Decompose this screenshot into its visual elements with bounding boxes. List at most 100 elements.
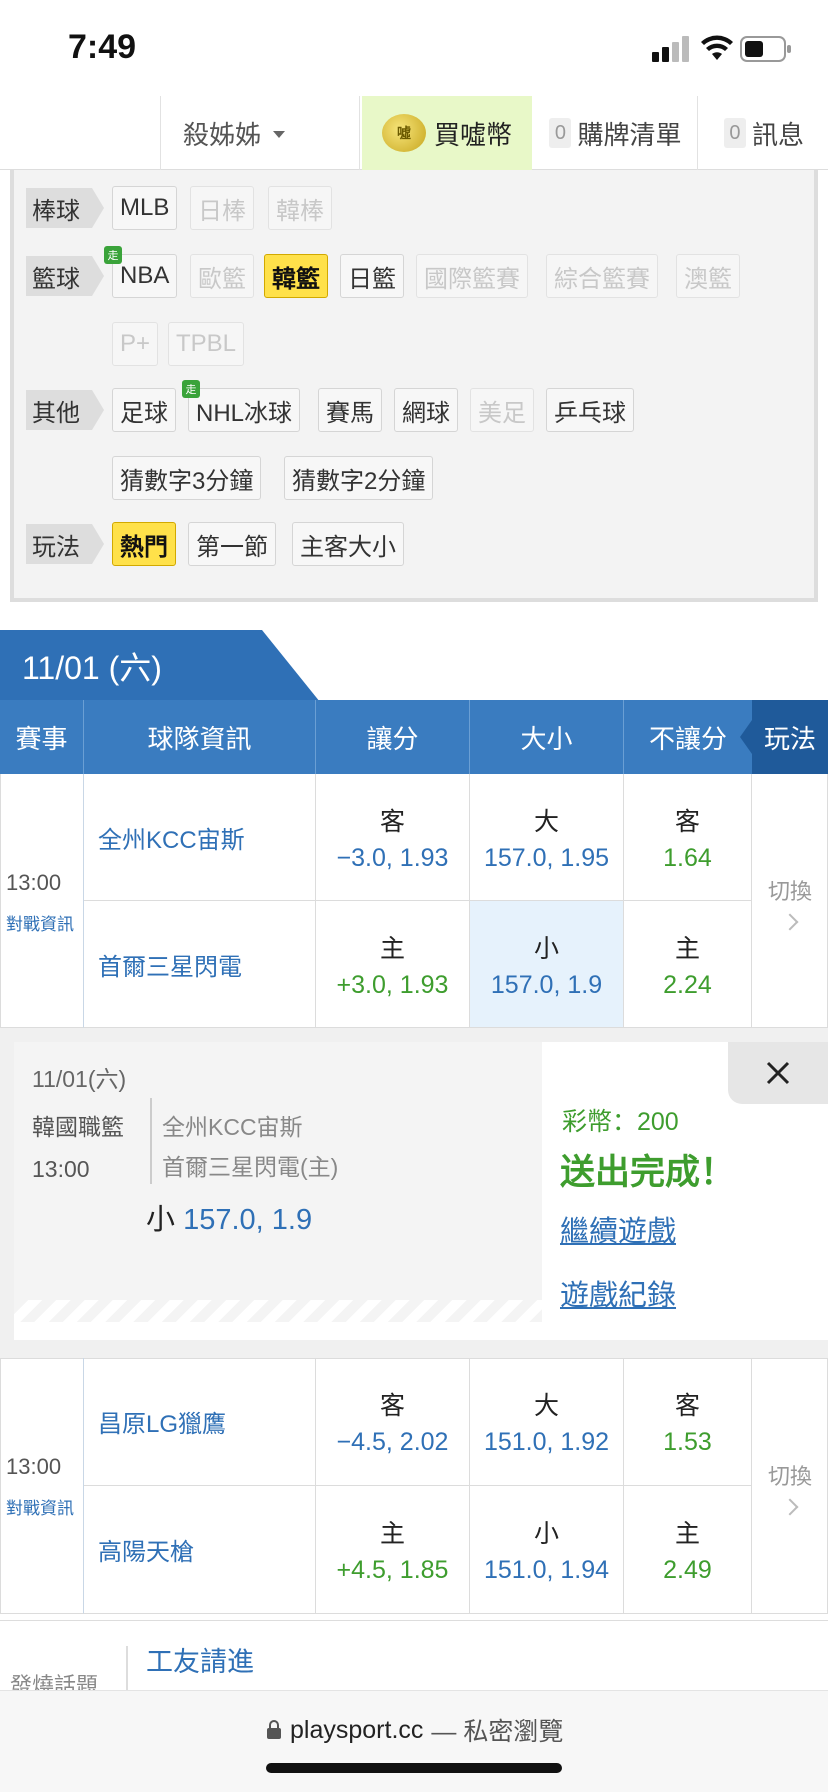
odds-value: 2.49 bbox=[663, 1556, 712, 1584]
filter-soccer[interactable]: 足球 bbox=[112, 388, 176, 432]
category-basketball: 籃球 bbox=[26, 256, 104, 296]
popup-league: 韓國職籃 bbox=[32, 1114, 124, 1140]
forum-section bbox=[0, 1620, 828, 1690]
odds-value: +3.0, 1.93 bbox=[336, 970, 449, 999]
game-history-link[interactable]: 遊戲紀錄 bbox=[560, 1272, 676, 1314]
buy-coins-label: 買噓幣 bbox=[433, 119, 512, 150]
chevron-right-icon bbox=[781, 1498, 799, 1515]
message-count: 0 bbox=[723, 118, 746, 148]
cart-button[interactable]: 0 購牌清單 bbox=[534, 96, 698, 170]
filter-guess-3min[interactable]: 猜數字3分鐘 bbox=[112, 456, 262, 500]
popup-pick: 小 157.0, 1.9 bbox=[146, 1196, 312, 1238]
status-time: 7:49 bbox=[68, 28, 137, 66]
odds-cell[interactable]: 主 +3.0, 1.93 bbox=[316, 901, 470, 1028]
user-name: 殺姊姊 bbox=[183, 119, 262, 150]
team-name[interactable]: 昌原LG獵鷹 bbox=[84, 1358, 316, 1486]
walk-badge: 走 bbox=[104, 246, 122, 264]
category-play: 玩法 bbox=[26, 524, 104, 564]
header-play-type[interactable]: 玩法 bbox=[740, 700, 828, 774]
filter-korea-basketball[interactable]: 韓籃 bbox=[264, 254, 328, 298]
matchup-info-link[interactable]: 對戰資訊 bbox=[6, 910, 74, 935]
forum-title-link[interactable]: 工友請進 bbox=[146, 1640, 254, 1679]
chevron-right-icon bbox=[781, 913, 799, 930]
messages-button[interactable]: 0 訊息 bbox=[700, 96, 828, 170]
filter-mlb[interactable]: MLB bbox=[112, 186, 178, 230]
buy-coins-button[interactable]: 噓買噓幣 bbox=[362, 96, 532, 170]
odds-value: −3.0, 1.93 bbox=[336, 843, 449, 872]
filter-tennis[interactable]: 網球 bbox=[394, 388, 458, 432]
play-first-quarter[interactable]: 第一節 bbox=[188, 522, 276, 566]
header-moneyline: 不讓分 bbox=[648, 723, 727, 754]
filter-table-tennis[interactable]: 乒乓球 bbox=[546, 388, 634, 432]
team-name[interactable]: 首爾三星閃電 bbox=[84, 901, 316, 1028]
odds-side: 主 bbox=[379, 1520, 405, 1548]
odds-value: 157.0, 1.95 bbox=[483, 843, 610, 872]
matchup-info-link[interactable]: 對戰資訊 bbox=[6, 1494, 74, 1519]
popup-coins: 彩幣：200 bbox=[562, 1108, 679, 1136]
filter-aus-basketball[interactable]: 澳籃 bbox=[676, 254, 740, 298]
odds-side: 客 bbox=[379, 807, 405, 836]
odds-side: 客 bbox=[674, 807, 700, 836]
odds-cell[interactable]: 客 −3.0, 1.93 bbox=[316, 774, 470, 901]
filter-p-plus[interactable]: P+ bbox=[112, 322, 159, 366]
filter-korea-baseball[interactable]: 韓棒 bbox=[268, 186, 332, 230]
odds-cell-selected[interactable]: 小 157.0, 1.9 bbox=[470, 901, 624, 1028]
filter-japan-basketball[interactable]: 日籃 bbox=[340, 254, 404, 298]
walk-badge: 走 bbox=[182, 380, 200, 398]
odds-side: 主 bbox=[379, 934, 405, 963]
close-button[interactable] bbox=[728, 1042, 828, 1104]
team-name[interactable]: 高陽天槍 bbox=[84, 1486, 316, 1614]
header-event: 賽事 bbox=[0, 700, 84, 774]
odds-cell[interactable]: 大 151.0, 1.92 bbox=[470, 1358, 624, 1486]
odds-cell[interactable]: 客 −4.5, 2.02 bbox=[316, 1358, 470, 1486]
switch-button[interactable]: 切換 bbox=[752, 1358, 828, 1614]
switch-label: 切換 bbox=[767, 1463, 812, 1489]
battery-icon bbox=[740, 36, 791, 62]
play-hot[interactable]: 熱門 bbox=[112, 522, 176, 566]
odds-cell[interactable]: 主 2.24 bbox=[624, 901, 752, 1028]
header-team-info: 球隊資訊 bbox=[84, 700, 316, 774]
header-over-under: 大小 bbox=[470, 700, 624, 774]
category-baseball: 棒球 bbox=[26, 188, 104, 228]
filter-nhl[interactable]: NHL冰球 bbox=[188, 388, 301, 432]
odds-side: 主 bbox=[674, 934, 700, 963]
continue-game-link[interactable]: 繼續遊戲 bbox=[560, 1208, 676, 1250]
forum-divider bbox=[126, 1646, 128, 1690]
filter-guess-2min[interactable]: 猜數字2分鐘 bbox=[284, 456, 434, 500]
filter-tpbl[interactable]: TPBL bbox=[168, 322, 245, 366]
odds-cell[interactable]: 主 +4.5, 1.85 bbox=[316, 1486, 470, 1614]
address-url[interactable]: playsport.cc — 私密瀏覽 bbox=[266, 1712, 563, 1748]
switch-button[interactable]: 切換 bbox=[752, 774, 828, 1028]
team-name[interactable]: 全州KCC宙斯 bbox=[84, 774, 316, 901]
home-indicator bbox=[266, 1763, 562, 1773]
filter-euro-basketball[interactable]: 歐籃 bbox=[190, 254, 254, 298]
header-spread: 讓分 bbox=[316, 700, 470, 774]
play-home-away-ou[interactable]: 主客大小 bbox=[292, 522, 404, 566]
lock-icon bbox=[267, 1720, 281, 1739]
odds-side: 大 bbox=[533, 807, 559, 836]
address-domain: playsport.cc bbox=[290, 1715, 424, 1744]
odds-value: −4.5, 2.02 bbox=[336, 1428, 449, 1456]
filter-horse-racing[interactable]: 賽馬 bbox=[318, 388, 382, 432]
forum-category[interactable]: 發燒話題 bbox=[10, 1668, 98, 1690]
odds-value: 1.53 bbox=[663, 1428, 712, 1456]
filter-japan-baseball[interactable]: 日棒 bbox=[190, 186, 254, 230]
filter-american-football[interactable]: 美足 bbox=[470, 388, 534, 432]
odds-cell[interactable]: 主 2.49 bbox=[624, 1486, 752, 1614]
ticket-edge-base bbox=[14, 1322, 542, 1340]
odds-value: 1.64 bbox=[663, 843, 712, 872]
popup-time: 13:00 bbox=[32, 1156, 90, 1182]
filter-combined-basketball[interactable]: 綜合籃賽 bbox=[546, 254, 658, 298]
odds-cell[interactable]: 大 157.0, 1.95 bbox=[470, 774, 624, 901]
odds-cell[interactable]: 客 1.53 bbox=[624, 1358, 752, 1486]
user-menu[interactable]: 殺姊姊 bbox=[160, 96, 360, 170]
odds-value: 151.0, 1.94 bbox=[483, 1556, 610, 1584]
filter-intl-basketball[interactable]: 國際籃賽 bbox=[416, 254, 528, 298]
odds-cell[interactable]: 客 1.64 bbox=[624, 774, 752, 901]
date-tab: 11/01 (六) bbox=[0, 630, 320, 702]
game-time-cell: 13:00 對戰資訊 bbox=[0, 774, 84, 1028]
odds-cell[interactable]: 小 151.0, 1.94 bbox=[470, 1486, 624, 1614]
odds-side: 主 bbox=[674, 1520, 700, 1548]
game-time: 13:00 bbox=[6, 870, 62, 895]
coin-icon: 噓 bbox=[381, 114, 426, 152]
